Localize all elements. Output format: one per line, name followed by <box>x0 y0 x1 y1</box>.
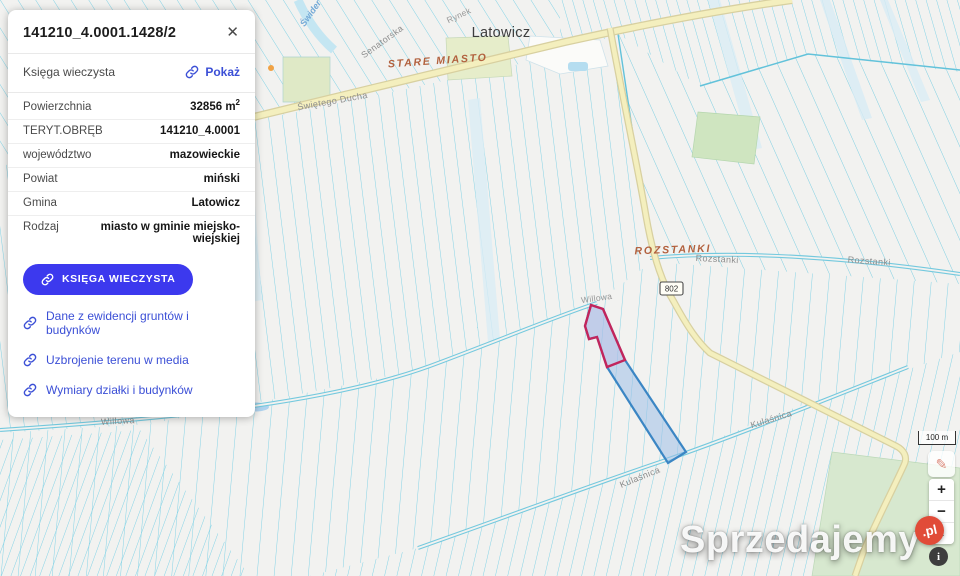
parcel-id-title: 141210_4.0001.1428/2 <box>23 25 176 41</box>
link-icon <box>41 273 54 286</box>
link-label: Wymiary działki i budynków <box>46 383 193 397</box>
minus-icon: − <box>937 503 946 520</box>
land-register-label: Księga wieczysta <box>23 65 115 79</box>
attribute-label: Rodzaj <box>23 221 59 233</box>
attribute-row-commune: Gmina Latowicz <box>8 192 255 216</box>
zoom-out-button[interactable]: − <box>929 501 954 522</box>
info-icon: i <box>937 551 940 563</box>
attribute-value: miasto w gminie miejsko-wiejskiej <box>67 221 240 245</box>
attribute-label: Powierzchnia <box>23 101 91 113</box>
attribute-label: województwo <box>23 149 91 161</box>
map-application-window: 802 Latowicz STARE MIASTO ROZSTANKI Sena… <box>0 0 960 576</box>
link-icon <box>185 65 199 79</box>
link-land-building-records[interactable]: Dane z ewidencji gruntów i budynków <box>8 301 255 345</box>
pencil-icon: ✎ <box>936 456 948 473</box>
attribute-row-county: Powiat miński <box>8 168 255 192</box>
land-register-row: Księga wieczysta Pokaż <box>8 54 255 93</box>
attribute-value: Latowicz <box>191 197 240 209</box>
zoom-in-button[interactable]: + <box>929 479 954 500</box>
parcel-info-panel: 141210_4.0001.1428/2 ✕ Księga wieczysta … <box>8 10 255 417</box>
attribute-value: 141210_4.0001 <box>160 125 240 137</box>
measure-tool-button[interactable]: ✎ <box>928 451 955 477</box>
zoom-control: + − ▲ <box>929 479 954 544</box>
attribute-row-voivodeship: województwo mazowieckie <box>8 144 255 168</box>
info-button[interactable]: i <box>929 547 948 566</box>
road-shield-label: 802 <box>665 285 679 294</box>
land-register-button-label: KSIĘGA WIECZYSTA <box>62 273 175 285</box>
town-label: Latowicz <box>472 25 531 41</box>
link-label: Uzbrojenie terenu w media <box>46 353 189 367</box>
link-parcel-dimensions[interactable]: Wymiary działki i budynków <box>8 375 255 405</box>
attribute-row-type: Rodzaj miasto w gminie miejsko-wiejskiej <box>8 216 255 251</box>
show-land-register-link[interactable]: Pokaż <box>185 65 240 79</box>
link-utilities[interactable]: Uzbrojenie terenu w media <box>8 345 255 375</box>
link-icon <box>23 353 37 367</box>
north-arrow-icon: ▲ <box>938 529 946 538</box>
close-icon[interactable]: ✕ <box>224 23 241 42</box>
show-land-register-label: Pokaż <box>205 65 240 79</box>
attribute-label: Powiat <box>23 173 58 185</box>
attribute-value: miński <box>204 173 240 185</box>
scale-bar: 100 m <box>918 431 956 445</box>
north-reset-button[interactable]: ▲ <box>929 523 954 544</box>
attribute-row-area: Powierzchnia 32856 m2 <box>8 93 255 120</box>
land-register-button[interactable]: KSIĘGA WIECZYSTA <box>23 264 193 295</box>
scale-bar-label: 100 m <box>926 434 948 442</box>
road-shield-802: 802 <box>660 282 683 295</box>
link-icon <box>23 383 37 397</box>
link-icon <box>23 316 37 330</box>
attribute-label: Gmina <box>23 197 57 209</box>
attribute-row-teryt: TERYT.OBRĘB 141210_4.0001 <box>8 120 255 144</box>
attribute-value: 32856 m2 <box>190 98 240 113</box>
attribute-value: mazowieckie <box>170 149 240 161</box>
street-label-willowa-west: Willowa <box>101 415 135 427</box>
link-label: Dane z ewidencji gruntów i budynków <box>46 309 240 337</box>
attribute-label: TERYT.OBRĘB <box>23 125 103 137</box>
plus-icon: + <box>937 481 946 498</box>
poi-dot <box>268 65 274 71</box>
